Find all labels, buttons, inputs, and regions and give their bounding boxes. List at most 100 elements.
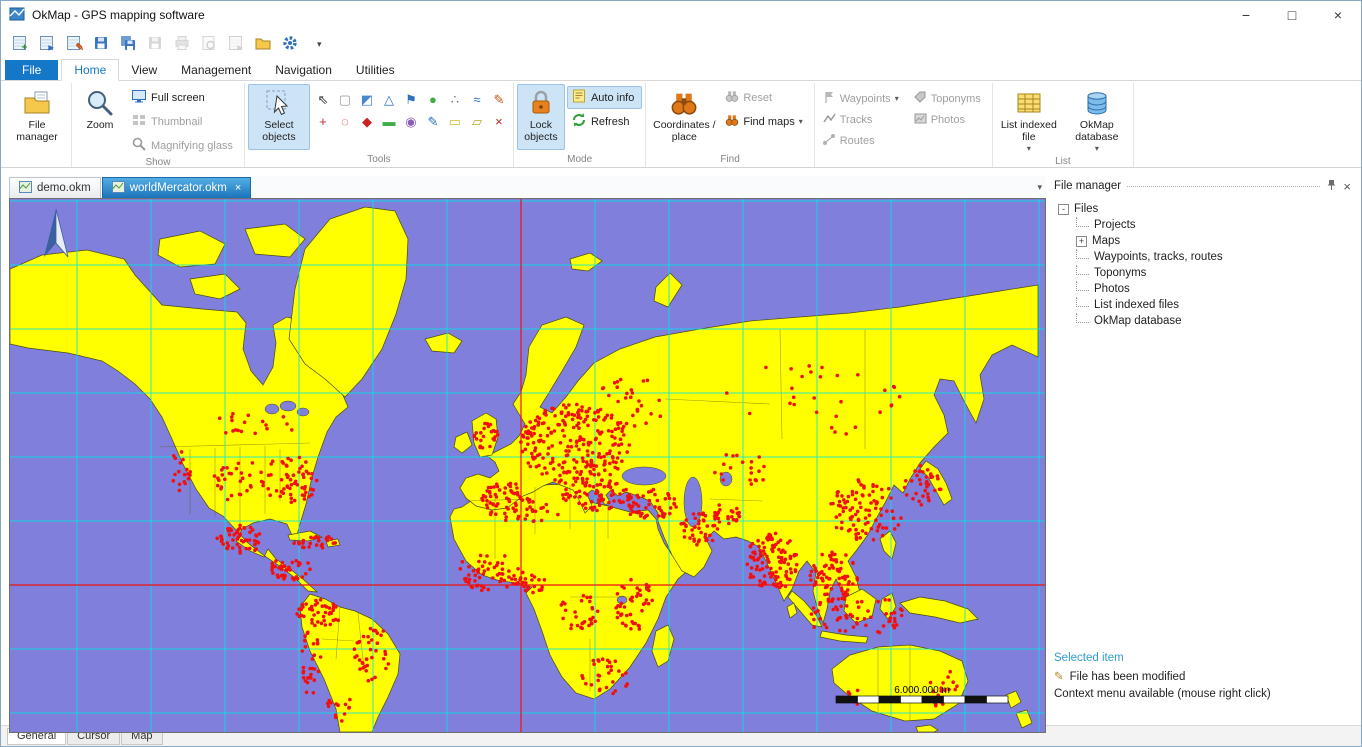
save-as-button[interactable] [142,32,167,57]
ribbon-group-show: Zoom Full screen Thumbnail Magnifying gl… [72,83,245,167]
edit-map-button[interactable]: ✎ [61,32,86,57]
flag-tool-button[interactable]: ⚑ [400,88,422,110]
waypoint-red-icon: ◆ [362,115,372,128]
lock-objects-button[interactable]: Lock objects [517,84,565,150]
magnifying-glass-icon [131,136,147,155]
tree-item-maps[interactable]: +Maps [1050,233,1355,249]
tree-item-toponyms[interactable]: Toponyms [1050,265,1355,281]
find-maps-dropdown-icon: ▾ [799,117,803,126]
open-map-button[interactable]: ▸ [34,32,59,57]
map-canvas[interactable]: 6.000.000 m [9,198,1046,733]
tree-item-waypoints-tracks-routes[interactable]: Waypoints, tracks, routes [1050,249,1355,265]
draw-track-button[interactable]: ≈ [466,88,488,110]
refresh-button[interactable]: Refresh [567,110,642,133]
print-button[interactable] [169,32,194,57]
file-manager-label: File manager [8,119,66,143]
waypoint-green-button[interactable]: ● [422,88,444,110]
panel-close-icon[interactable]: × [1343,180,1351,193]
okmap-database-button[interactable]: OkMap database ▾ [1064,84,1130,156]
maximize-button[interactable]: □ [1269,1,1315,29]
map-file-icon [19,181,32,196]
tree-connector [1076,281,1089,291]
ribbon-tab-management[interactable]: Management [169,60,263,80]
layer-photos-button[interactable]: Photos [909,108,989,131]
ribbon-tab-utilities[interactable]: Utilities [344,60,407,80]
binoculars-icon [670,87,698,119]
tree-item-projects[interactable]: Projects [1050,217,1355,233]
vertex-triangle-icon: △ [384,93,394,106]
new-map-button[interactable]: + [7,32,32,57]
quick-access-toolbar: +▸✎▸ ▾ [1,29,1361,59]
pin-icon[interactable] [1326,179,1337,194]
toolbar-options-icon[interactable]: ▾ [312,39,327,50]
export-button[interactable]: ▸ [223,32,248,57]
full-screen-icon [131,88,147,107]
palette-button[interactable]: ◉ [400,110,422,132]
ribbon-tab-navigation[interactable]: Navigation [263,60,344,80]
route-pencil-button[interactable]: ✎ [488,88,510,110]
auto-info-button[interactable]: Auto info [567,86,642,109]
thumbnail-button[interactable]: Thumbnail [127,110,241,133]
layer-routes-button[interactable]: Routes [818,129,907,152]
eraser-button[interactable]: ◩ [356,88,378,110]
lock-icon [526,87,556,119]
marquee-button[interactable]: ▢ [334,88,356,110]
titlebar: OkMap - GPS mapping software − □ × [1,1,1361,29]
waypoint-red-button[interactable]: ◆ [356,110,378,132]
save-button[interactable] [88,32,113,57]
tree-item-files[interactable]: -Files [1050,201,1355,217]
ribbon-tab-file[interactable]: File [5,60,58,80]
ribbon-tab-view[interactable]: View [119,60,169,80]
layer-waypoints-button[interactable]: Waypoints▾ [818,87,907,110]
vertex-triangle-button[interactable]: △ [378,88,400,110]
tree-item-list-indexed-files[interactable]: List indexed files [1050,297,1355,313]
close-button[interactable]: × [1315,1,1361,29]
lasso-button[interactable]: ◌ [334,110,356,132]
multipoint-icon: ∴ [451,93,459,106]
document-tab-worldMercator.okm[interactable]: worldMercator.okm× [102,177,252,198]
tree-item-photos[interactable]: Photos [1050,281,1355,297]
tab-list-dropdown-icon[interactable]: ▾ [1037,182,1042,193]
select-add-button[interactable]: ⇖ [312,88,334,110]
world-map: 6.000.000 m [10,199,1045,732]
add-vertex-button[interactable]: + [312,110,334,132]
save-all-button[interactable] [115,32,140,57]
thumbnail-icon [131,112,147,131]
select-objects-button[interactable]: Select objects [248,84,310,150]
layer-toponyms-button[interactable]: Toponyms [909,87,989,110]
ribbon-tab-home[interactable]: Home [61,59,119,81]
okmap-window: OkMap - GPS mapping software − □ × +▸✎▸ … [0,0,1362,747]
ribbon-group-layers: Waypoints▾TracksRoutesToponymsPhotos [815,83,993,167]
tab-close-icon[interactable]: × [235,182,241,194]
full-screen-button[interactable]: Full screen [127,86,241,109]
layer-tracks-button[interactable]: Tracks [818,108,907,131]
settings-button[interactable] [277,32,302,57]
delete-tool-button[interactable]: × [488,110,510,132]
magnifying-glass-button[interactable]: Magnifying glass [127,134,241,157]
print-preview-button[interactable] [196,32,221,57]
tree-expander-icon[interactable]: - [1058,204,1069,215]
zoom-button[interactable]: Zoom [75,84,125,150]
reset-button[interactable]: Reset [721,86,810,109]
tree-item-okmap-database[interactable]: OkMap database [1050,313,1355,329]
measure-button[interactable]: ▭ [444,110,466,132]
find-maps-button[interactable]: Find maps ▾ [721,110,810,133]
panel-drag-grip[interactable] [1127,186,1320,190]
file-manager-panel: File manager × -FilesProjects+MapsWaypoi… [1050,176,1355,725]
eraser-icon: ◩ [361,93,373,106]
okmap-database-dropdown-icon: ▾ [1095,143,1099,155]
document-tab-demo.okm[interactable]: demo.okm [9,177,101,198]
pencil-blue-icon: ✎ [427,115,438,128]
open-folder-button[interactable] [250,32,275,57]
pencil-blue-button[interactable]: ✎ [422,110,444,132]
track-green-button[interactable]: ▬ [378,110,400,132]
find-maps-icon [725,113,739,130]
tree-expander-icon[interactable]: + [1076,236,1087,247]
multipoint-button[interactable]: ∴ [444,88,466,110]
coordinates-place-button[interactable]: Coordinates / place [649,84,719,150]
minimize-button[interactable]: − [1223,1,1269,29]
area-button[interactable]: ▱ [466,110,488,132]
file-manager-button[interactable]: File manager [6,84,68,150]
tools-grid: ⇖▢◩△⚑●∴≈✎+◌◆▬◉✎▭▱× [312,84,510,132]
list-indexed-file-button[interactable]: List indexed file ▾ [996,84,1062,156]
